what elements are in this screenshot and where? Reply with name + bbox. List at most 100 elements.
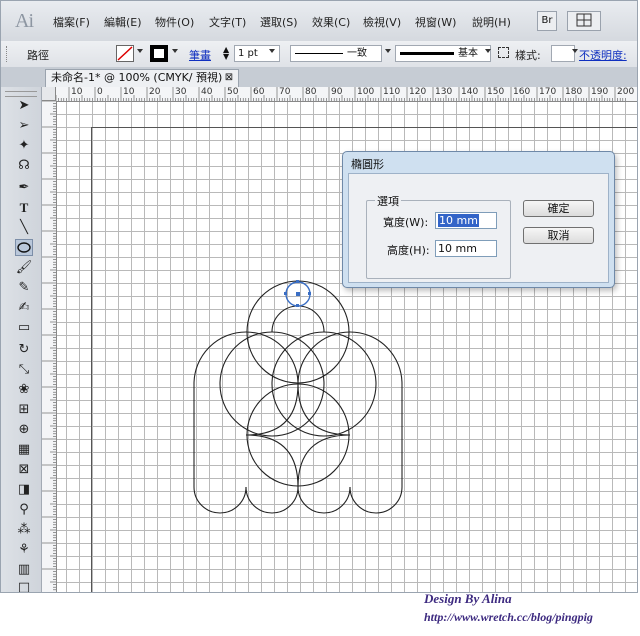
ellipse-dialog: 橢圓形 選項 寬度(W): 10 mm 高度(H): 10 mm 確定 取消: [342, 151, 615, 288]
vertical-ruler[interactable]: [42, 101, 57, 592]
ruler-label: 40: [201, 87, 213, 97]
ruler-label: 20: [149, 87, 161, 97]
line-segment-tool-icon[interactable]: ╲: [15, 219, 33, 236]
pencil-tool-icon[interactable]: ✎: [15, 279, 33, 296]
width-label: 寬度(W):: [383, 216, 429, 229]
selected-small-circle[interactable]: [284, 280, 311, 307]
stroke-stepper-icon[interactable]: ▲ ▼: [223, 46, 229, 61]
fill-swatch[interactable]: [116, 45, 134, 62]
stroke-weight-arrow[interactable]: [269, 49, 275, 53]
ruler-label: 70: [279, 87, 291, 97]
ok-button[interactable]: 確定: [523, 200, 594, 217]
width-field[interactable]: 10 mm: [435, 212, 497, 229]
menu-bar: Ai 檔案(F) 編輯(E) 物件(O) 文字(T) 選取(S) 效果(C) 檢…: [1, 1, 637, 42]
stroke-dropdown-arrow[interactable]: [172, 49, 178, 53]
menu-window[interactable]: 視窗(W): [415, 14, 456, 30]
control-bar: 路徑 筆畫 ▲ ▼ 1 pt 一致 基本 樣式: 不透明度:: [1, 41, 637, 68]
tools-panel: ➤ ➢ ✦ ☊ ✒ T ╲ 🖌 ✎ ✍ ▭ ↻ ⤡ ❀ ⊞ ⊕ ▦ ⊠ ◨ ⚲ …: [1, 87, 42, 592]
blend-tool-icon[interactable]: ⁂: [15, 521, 33, 538]
variable-width-profile[interactable]: 一致: [290, 45, 382, 62]
document-title: 未命名-1* @ 100% (CMYK/ 預視): [51, 71, 223, 84]
perspective-grid-tool-icon[interactable]: ▦: [15, 441, 33, 458]
vertical-ruler-ticks: [42, 101, 56, 591]
rotate-tool-icon[interactable]: ↻: [15, 341, 33, 358]
opacity-label[interactable]: 不透明度:: [579, 47, 627, 63]
pen-tool-icon[interactable]: ✒: [15, 179, 33, 196]
magic-wand-tool-icon[interactable]: ✦: [15, 137, 33, 154]
bottom-scallop-3: [297, 486, 351, 514]
paintbrush-tool-icon[interactable]: 🖌: [15, 259, 33, 276]
fill-dropdown-arrow[interactable]: [137, 49, 143, 53]
ruler-label: 50: [227, 87, 239, 97]
ruler-label: 140: [461, 87, 479, 97]
direct-selection-tool-icon[interactable]: ➢: [15, 117, 33, 134]
stroke-weight-field[interactable]: 1 pt: [234, 45, 280, 62]
top-inner-arc: [271, 305, 325, 333]
eraser-tool-icon[interactable]: ▭: [15, 319, 33, 336]
warp-tool-icon[interactable]: ❀: [15, 381, 33, 398]
arrange-grid-icon: [576, 13, 592, 27]
artboard-tool-icon[interactable]: □: [15, 579, 33, 592]
height-field[interactable]: 10 mm: [435, 240, 497, 257]
symbol-sprayer-tool-icon[interactable]: ⚘: [15, 541, 33, 558]
menu-edit[interactable]: 編輯(E): [104, 14, 142, 30]
height-value: 10 mm: [438, 242, 477, 255]
gradient-tool-icon[interactable]: ◨: [15, 481, 33, 498]
shape-builder-tool-icon[interactable]: ⊕: [15, 421, 33, 438]
ruler-label: 10: [123, 87, 135, 97]
menu-help[interactable]: 說明(H): [472, 14, 511, 30]
ellipse-tool-icon[interactable]: [15, 239, 33, 256]
brush-arrow[interactable]: [485, 49, 491, 53]
eyedropper-tool-icon[interactable]: ⚲: [15, 501, 33, 518]
menu-object[interactable]: 物件(O): [155, 14, 194, 30]
lasso-tool-icon[interactable]: ☊: [15, 157, 33, 174]
profile-arrow[interactable]: [385, 49, 391, 53]
menu-select[interactable]: 選取(S): [260, 14, 298, 30]
document-tab[interactable]: 未命名-1* @ 100% (CMYK/ 預視) ⊠: [45, 69, 239, 87]
blob-brush-tool-icon[interactable]: ✍: [15, 299, 33, 316]
bottom-scallop-2: [245, 486, 299, 514]
stroke-swatch[interactable]: [150, 45, 168, 62]
document-tab-strip: 未命名-1* @ 100% (CMYK/ 預視) ⊠: [1, 67, 637, 88]
brush-definition[interactable]: 基本: [395, 45, 491, 62]
arrange-documents-button[interactable]: [567, 11, 601, 31]
stroke-label[interactable]: 筆畫: [189, 47, 211, 63]
close-tab-icon[interactable]: ⊠: [224, 73, 234, 83]
panel-grip: [6, 46, 10, 62]
column-graph-tool-icon[interactable]: ▥: [15, 561, 33, 578]
app-logo: Ai: [15, 10, 34, 32]
ruler-label: 90: [331, 87, 343, 97]
ruler-label: 30: [175, 87, 187, 97]
horizontal-ruler[interactable]: 10 0 10 20 30 40 50 60 70 80 90 100 110 120 130 140 150 1…: [56, 87, 637, 102]
ruler-label: 0: [97, 87, 103, 97]
brush-line: [400, 52, 454, 55]
dialog-title: 橢圓形: [351, 158, 384, 171]
graphic-style-swatch[interactable]: [551, 45, 575, 62]
menu-type[interactable]: 文字(T): [209, 14, 246, 30]
style-label: 樣式:: [515, 49, 541, 62]
brush-options-icon[interactable]: [498, 47, 509, 58]
ruler-label: 180: [565, 87, 583, 97]
menu-file[interactable]: 檔案(F): [53, 14, 90, 30]
cancel-button[interactable]: 取消: [523, 227, 594, 244]
scale-tool-icon[interactable]: ⤡: [15, 361, 33, 378]
bottom-scallop-1: [193, 486, 247, 514]
type-tool-icon[interactable]: T: [15, 199, 33, 216]
illustrator-window: Ai 檔案(F) 編輯(E) 物件(O) 文字(T) 選取(S) 效果(C) 檢…: [0, 0, 638, 593]
ruler-label: 150: [487, 87, 505, 97]
ruler-origin-corner[interactable]: [42, 87, 56, 101]
ruler-label: 190: [591, 87, 609, 97]
bridge-button[interactable]: Br: [537, 11, 557, 31]
profile-label: 一致: [347, 48, 367, 59]
left-outer-arc: [193, 331, 299, 385]
ruler-label: 170: [539, 87, 557, 97]
menu-view[interactable]: 檢視(V): [363, 14, 401, 30]
ruler-label: 130: [435, 87, 453, 97]
selection-tool-icon[interactable]: ➤: [15, 97, 33, 114]
menu-effect[interactable]: 效果(C): [312, 14, 350, 30]
free-transform-tool-icon[interactable]: ⊞: [15, 401, 33, 418]
mesh-tool-icon[interactable]: ⊠: [15, 461, 33, 478]
graphic-style-arrow[interactable]: [572, 49, 578, 53]
right-outer-arc: [297, 331, 403, 385]
watermark-author: Design By Alina: [424, 591, 512, 606]
